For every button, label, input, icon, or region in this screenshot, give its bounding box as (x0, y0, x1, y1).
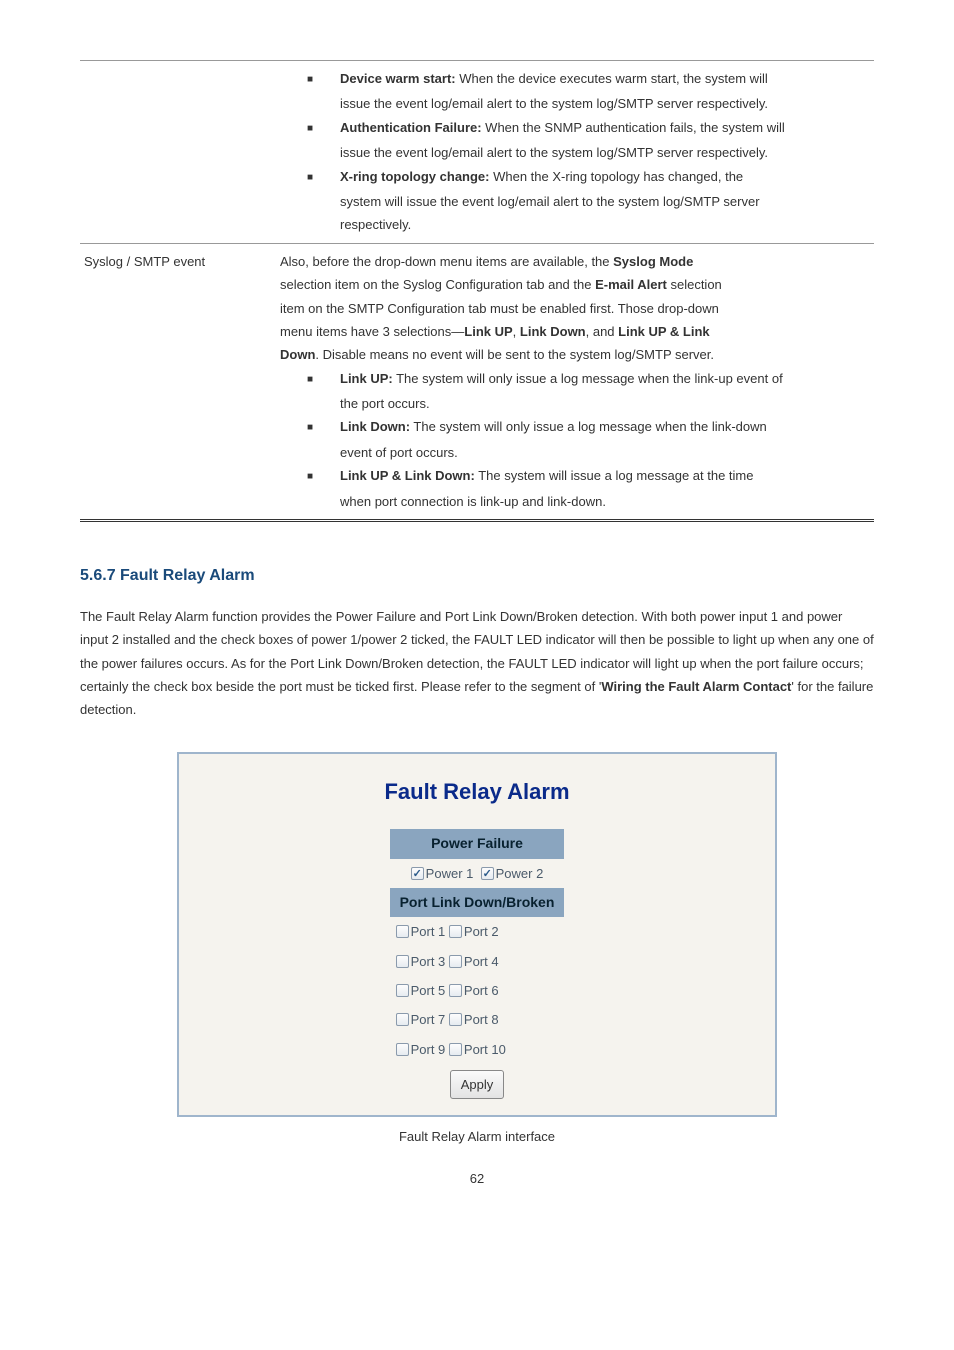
bullet-continuation: issue the event log/email alert to the s… (280, 92, 866, 115)
para-text: . Disable means no event will be sent to… (315, 347, 714, 362)
port-label: Port 6 (464, 983, 499, 998)
bullet-lead: Authentication Failure: (340, 120, 482, 135)
para-bold: Down (280, 347, 315, 362)
bullet-icon: ■ (280, 415, 340, 438)
port-row: Port 1 Port 2 (390, 917, 565, 946)
bullet-tail: When the SNMP authentication fails, the … (482, 120, 785, 135)
bullet-continuation: issue the event log/email alert to the s… (280, 141, 866, 164)
power2-checkbox[interactable] (481, 867, 494, 880)
bullet-tail: When the device executes warm start, the… (456, 71, 768, 86)
port-checkbox[interactable] (449, 955, 462, 968)
row-label: Syslog / SMTP event (80, 250, 280, 513)
section-heading: 5.6.7 Fault Relay Alarm (80, 562, 874, 591)
para-text: selection item on the Syslog Configurati… (280, 277, 595, 292)
port-link-header: Port Link Down/Broken (390, 888, 565, 917)
para-bold: Link Down (520, 324, 586, 339)
fault-relay-screenshot: Fault Relay Alarm Power Failure Power 1 … (177, 752, 777, 1118)
bullet-continuation: the port occurs. (280, 392, 866, 415)
para-bold: Wiring the Fault Alarm Contact (601, 679, 791, 694)
para-bold: Link UP & Link (618, 324, 710, 339)
bullet-tail: The system will only issue a log message… (393, 371, 783, 386)
bullet-lead: X-ring topology change: (340, 169, 490, 184)
power1-checkbox[interactable] (411, 867, 424, 880)
figure-caption: Fault Relay Alarm interface (80, 1125, 874, 1148)
row-content: ■ Device warm start: When the device exe… (280, 67, 874, 237)
row-content: Also, before the drop-down menu items ar… (280, 250, 874, 513)
bullet-tail: The system will issue a log message at t… (475, 468, 754, 483)
port-checkbox[interactable] (396, 955, 409, 968)
port-checkbox[interactable] (449, 984, 462, 997)
power2-label: Power 2 (496, 866, 544, 881)
para-text: selection (667, 277, 722, 292)
port-checkbox[interactable] (449, 1013, 462, 1026)
para-bold: E-mail Alert (595, 277, 667, 292)
port-label: Port 7 (411, 1012, 446, 1027)
bullet-lead: Link UP: (340, 371, 393, 386)
port-checkbox[interactable] (449, 925, 462, 938)
bullet-lead: Link Down: (340, 419, 410, 434)
power-failure-header: Power Failure (390, 829, 565, 858)
bullet-lead: Link UP & Link Down: (340, 468, 475, 483)
row-label (80, 67, 280, 237)
table-row: ■ Device warm start: When the device exe… (80, 60, 874, 243)
port-label: Port 9 (411, 1042, 446, 1057)
power1-label: Power 1 (426, 866, 474, 881)
para-bold: Link UP (464, 324, 512, 339)
para-text: , and (586, 324, 619, 339)
body-paragraph: The Fault Relay Alarm function provides … (80, 605, 874, 722)
table-row: Syslog / SMTP event Also, before the dro… (80, 243, 874, 522)
para-text: menu items have 3 selections— (280, 324, 464, 339)
port-label: Port 3 (411, 954, 446, 969)
port-label: Port 1 (411, 924, 446, 939)
bullet-icon: ■ (280, 367, 340, 390)
port-checkbox[interactable] (449, 1043, 462, 1056)
apply-button[interactable]: Apply (450, 1070, 505, 1099)
port-label: Port 8 (464, 1012, 499, 1027)
port-row: Port 7 Port 8 (390, 1005, 565, 1034)
port-checkbox[interactable] (396, 1043, 409, 1056)
bullet-continuation: system will issue the event log/email al… (280, 190, 866, 213)
bullet-icon: ■ (280, 116, 340, 139)
bullet-lead: Device warm start: (340, 71, 456, 86)
port-checkbox[interactable] (396, 925, 409, 938)
port-label: Port 2 (464, 924, 499, 939)
para-bold: Syslog Mode (613, 254, 693, 269)
port-row: Port 9 Port 10 (390, 1035, 565, 1064)
port-checkbox[interactable] (396, 1013, 409, 1026)
page-number: 62 (80, 1167, 874, 1190)
bullet-continuation: when port connection is link-up and link… (280, 490, 866, 513)
port-label: Port 5 (411, 983, 446, 998)
bullet-tail: When the X-ring topology has changed, th… (490, 169, 744, 184)
port-row: Port 3 Port 4 (390, 947, 565, 976)
bullet-continuation: event of port occurs. (280, 441, 866, 464)
screenshot-title: Fault Relay Alarm (219, 772, 735, 812)
port-row: Port 5 Port 6 (390, 976, 565, 1005)
bullet-continuation: respectively. (280, 213, 866, 236)
para-text: Also, before the drop-down menu items ar… (280, 254, 613, 269)
bullet-icon: ■ (280, 464, 340, 487)
port-checkbox[interactable] (396, 984, 409, 997)
port-label: Port 10 (464, 1042, 506, 1057)
bullet-tail: The system will only issue a log message… (410, 419, 767, 434)
para-text: item on the SMTP Configuration tab must … (280, 297, 866, 320)
bullet-icon: ■ (280, 165, 340, 188)
event-table: ■ Device warm start: When the device exe… (80, 60, 874, 522)
port-label: Port 4 (464, 954, 499, 969)
bullet-icon: ■ (280, 67, 340, 90)
para-text: , (513, 324, 520, 339)
